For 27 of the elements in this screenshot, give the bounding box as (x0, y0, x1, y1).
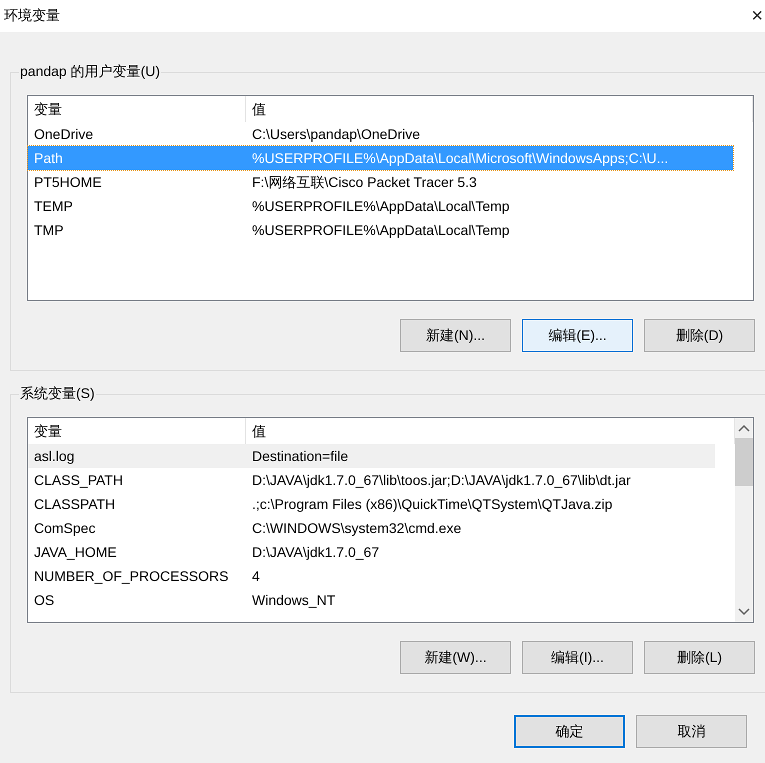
action-button[interactable]: 删除(L) (644, 641, 755, 674)
action-button[interactable]: 删除(D) (644, 319, 755, 352)
variable-row[interactable]: ComSpec C:\WINDOWS\system32\cmd.exe (28, 516, 715, 540)
variable-row[interactable]: TMP %USERPROFILE%\AppData\Local\Temp (28, 218, 733, 242)
action-button[interactable]: 新建(W)... (400, 641, 511, 674)
column-header[interactable]: 变量 (28, 96, 246, 122)
scrollbar-thumb[interactable] (735, 438, 753, 486)
action-button[interactable]: 编辑(I)... (522, 641, 633, 674)
variable-row[interactable]: asl.log Destination=file (28, 444, 715, 468)
action-button[interactable]: 新建(N)... (400, 319, 511, 352)
variable-row[interactable]: OS Windows_NT (28, 588, 715, 612)
variable-row[interactable]: PT5HOME F:\网络互联\Cisco Packet Tracer 5.3 (28, 170, 733, 194)
variable-row[interactable]: CLASS_PATH D:\JAVA\jdk1.7.0_67\lib\toos.jar;D:\JAVA\jdk1.7.0_67\lib\dt.jar (28, 468, 715, 492)
variable-row[interactable]: CLASSPATH .;c:\Program Files (x86)\QuickTime\QTSystem\QTJava.zip (28, 492, 715, 516)
group-title: pandap 的用户变量(U) (19, 63, 162, 81)
column-header[interactable]: 值 (246, 96, 753, 122)
close-button[interactable]: × (749, 6, 765, 26)
dialog-button[interactable]: 确定 (514, 715, 625, 748)
scrollbar[interactable] (735, 418, 753, 622)
variable-row[interactable]: JAVA_HOME D:\JAVA\jdk1.7.0_67 (28, 540, 715, 564)
variable-row[interactable]: OneDrive C:\Users\pandap\OneDrive (28, 122, 733, 146)
group-title: 系统变量(S) (19, 385, 96, 403)
window-title: 环境变量 (4, 7, 60, 25)
action-button[interactable]: 编辑(E)... (522, 319, 633, 352)
variable-row[interactable]: NUMBER_OF_PROCESSORS 4 (28, 564, 715, 588)
variable-row[interactable]: TEMP %USERPROFILE%\AppData\Local\Temp (28, 194, 733, 218)
dialog-button[interactable]: 取消 (636, 715, 747, 748)
